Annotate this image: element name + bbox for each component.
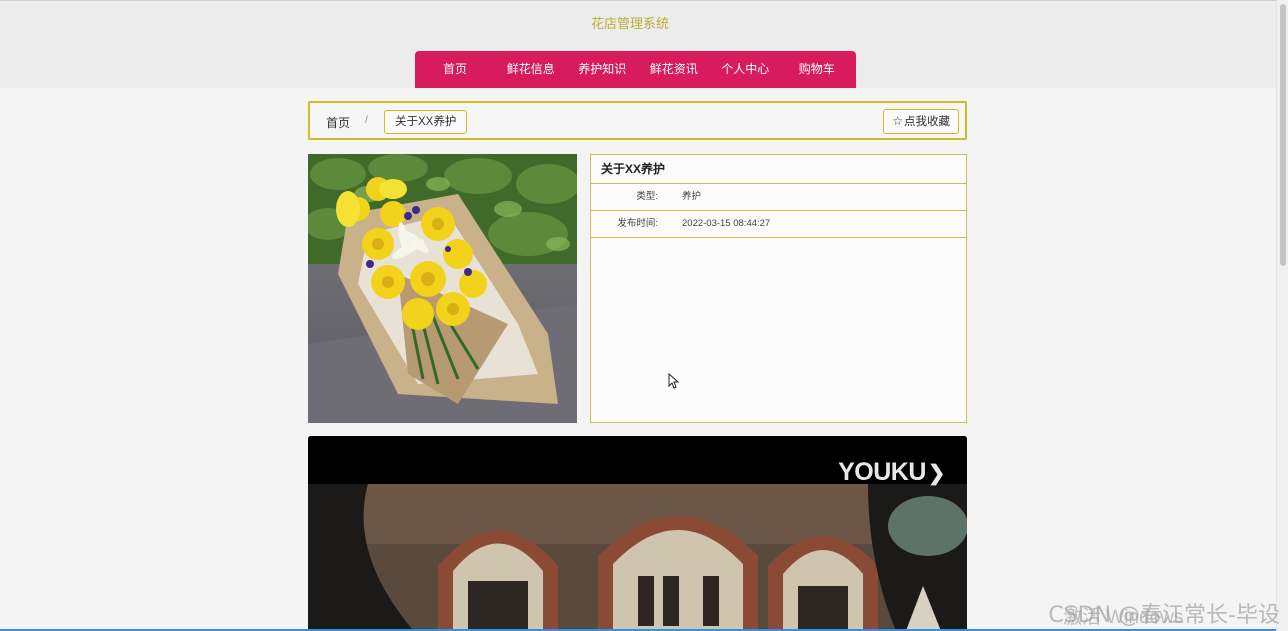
flower-photo bbox=[308, 154, 577, 423]
bouquet-image bbox=[308, 154, 577, 423]
nav-item-cart[interactable]: 购物车 bbox=[781, 51, 853, 88]
video-player[interactable]: YOUKU❯ bbox=[308, 436, 967, 631]
site-title: 花店管理系统 bbox=[590, 16, 669, 31]
type-value: 养护 bbox=[682, 191, 702, 202]
article-title: 关于XX养护 bbox=[591, 155, 966, 184]
type-row: 类型: 养护 bbox=[591, 184, 966, 211]
nav-item-flowers[interactable]: 鲜花信息 bbox=[495, 51, 567, 88]
youku-logo: YOUKU❯ bbox=[838, 458, 946, 486]
csdn-watermark: CSDN @春江常长-毕设 bbox=[1048, 603, 1280, 628]
breadcrumb-home-link[interactable]: 首页 bbox=[326, 114, 350, 131]
type-label: 类型: bbox=[636, 191, 658, 202]
star-outline-icon: ☆ bbox=[892, 114, 903, 128]
nav-item-home[interactable]: 首页 bbox=[415, 51, 495, 88]
favorite-label: 点我收藏 bbox=[904, 116, 950, 128]
play-chevron-icon: ❯ bbox=[927, 462, 946, 485]
favorite-button[interactable]: ☆点我收藏 bbox=[883, 109, 959, 134]
page-scrollbar[interactable] bbox=[1276, 0, 1288, 631]
breadcrumb-separator: / bbox=[365, 115, 368, 126]
article-info: 关于XX养护 类型: 养护 发布时间: 2022-03-15 08:44:27 bbox=[590, 154, 967, 423]
time-row: 发布时间: 2022-03-15 08:44:27 bbox=[591, 211, 966, 238]
breadcrumb-current: 关于XX养护 bbox=[384, 110, 468, 134]
scrollbar-thumb[interactable] bbox=[1280, 4, 1286, 266]
time-value: 2022-03-15 08:44:27 bbox=[682, 218, 771, 229]
nav-item-news[interactable]: 鲜花资讯 bbox=[638, 51, 710, 88]
breadcrumb: 首页 / 关于XX养护 ☆点我收藏 bbox=[308, 101, 967, 140]
nav-item-profile[interactable]: 个人中心 bbox=[710, 51, 782, 88]
time-label: 发布时间: bbox=[617, 218, 658, 229]
main-nav: 首页 鲜花信息 养护知识 鲜花资讯 个人中心 购物车 bbox=[415, 51, 856, 88]
mouse-cursor-icon bbox=[668, 373, 680, 389]
nav-item-care[interactable]: 养护知识 bbox=[567, 51, 639, 88]
